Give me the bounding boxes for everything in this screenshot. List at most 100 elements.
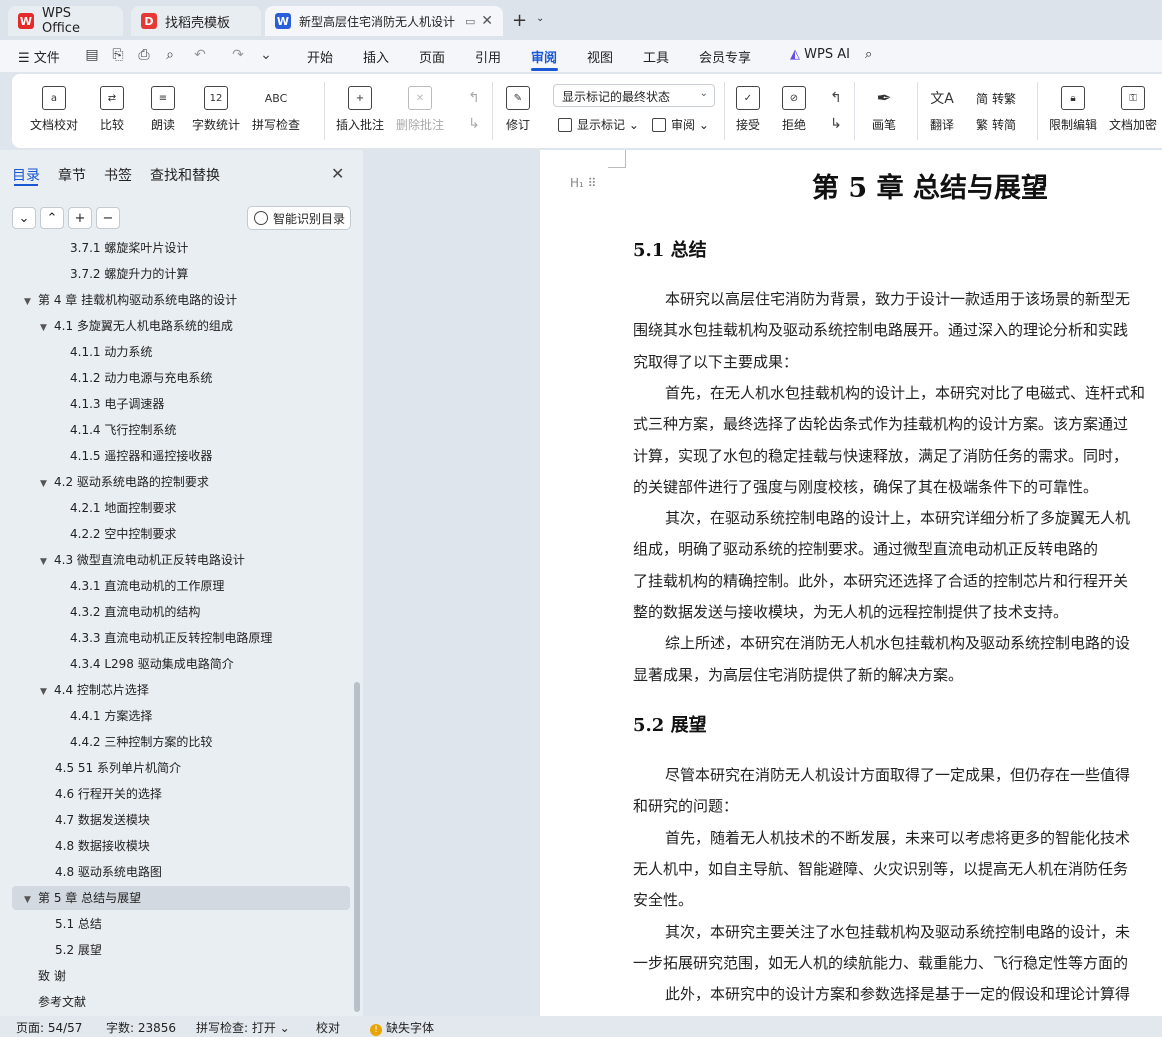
spell-check-status[interactable]: 拼写检查: 打开 ⌄ — [196, 1019, 290, 1036]
next-change-icon[interactable]: ↳ — [828, 116, 844, 132]
toc-item[interactable]: 4.6 行程开关的选择 — [55, 782, 162, 806]
expand-arrow-icon[interactable]: ▼ — [40, 316, 54, 340]
tab-docer-templates[interactable]: D 找稻壳模板 — [131, 6, 261, 36]
menu-member[interactable]: 会员专享 — [699, 47, 751, 66]
proofread-button[interactable]: a 文档校对 — [30, 86, 78, 133]
to-traditional-button[interactable]: 简转繁 — [976, 90, 1016, 107]
toc-item[interactable]: 4.7 数据发送模块 — [55, 808, 150, 832]
smart-toc-button[interactable]: 智能识别目录 — [247, 206, 351, 230]
toc-item[interactable]: ▼ 4.4 控制芯片选择 — [40, 678, 149, 702]
markup-mode-select[interactable]: 显示标记的最终状态 ⌄ — [553, 84, 715, 107]
document-page[interactable]: H₁ ⠿ 第 5 章 总结与展望 5.1 总结 5.2 展望 本研究以高层住宅消… — [540, 150, 1162, 1016]
reject-button[interactable]: ⊘ 拒绝 — [782, 86, 806, 133]
toc-item[interactable]: ▼ 第 4 章 挂载机构驱动系统电路的设计 — [24, 288, 237, 312]
toc-item[interactable]: 5.1 总结 — [55, 912, 102, 936]
close-tab-icon[interactable]: ✕ — [481, 13, 493, 29]
toc-item[interactable]: 4.4.2 三种控制方案的比较 — [70, 730, 212, 754]
toc-item[interactable]: 致 谢 — [38, 964, 66, 988]
toc-item[interactable]: 4.3.2 直流电动机的结构 — [70, 600, 200, 624]
toc-item[interactable]: 4.2.1 地面控制要求 — [70, 496, 176, 520]
next-comment-icon[interactable]: ↳ — [466, 116, 482, 132]
file-menu[interactable]: ☰ 文件 — [18, 47, 60, 66]
new-tab-icon[interactable]: + — [512, 10, 527, 31]
print-icon[interactable]: ⎙ — [136, 47, 152, 63]
toc-item[interactable]: 4.1.1 动力系统 — [70, 340, 152, 364]
save-icon[interactable]: ▤ — [84, 47, 100, 63]
compare-button[interactable]: ⇄ 比较 — [100, 86, 124, 133]
toc-item[interactable]: 4.3.4 L298 驱动集成电路简介 — [70, 652, 234, 676]
missing-font-status[interactable]: ! 缺失字体 — [370, 1019, 434, 1036]
toc-item[interactable]: ▼ 4.2 驱动系统电路的控制要求 — [40, 470, 209, 494]
page-indicator[interactable]: 页面: 54/57 — [16, 1019, 82, 1036]
track-changes-button[interactable]: ✎ 修订 — [506, 86, 530, 133]
remove-heading-button[interactable]: − — [96, 207, 120, 229]
accept-button[interactable]: ✓ 接受 — [736, 86, 760, 133]
redo-icon[interactable]: ↷ — [230, 47, 246, 63]
window-mode-icon[interactable]: ▭ — [465, 15, 475, 28]
toc-item[interactable]: ▼ 4.1 多旋翼无人机电路系统的组成 — [40, 314, 233, 338]
export-icon[interactable]: ⎘ — [110, 47, 126, 63]
toc-scrollbar[interactable] — [354, 682, 360, 1012]
translate-button[interactable]: 文A 翻译 — [930, 86, 954, 133]
proofread-status[interactable]: 校对 — [316, 1019, 340, 1036]
toc-item[interactable]: 4.1.3 电子调速器 — [70, 392, 164, 416]
tab-toc[interactable]: 目录 — [12, 165, 40, 185]
menu-page[interactable]: 页面 — [419, 47, 445, 66]
menu-home[interactable]: 开始 — [307, 47, 333, 66]
toc-item[interactable]: 4.2.2 空中控制要求 — [70, 522, 176, 546]
toc-item[interactable]: 4.3.1 直流电动机的工作原理 — [70, 574, 224, 598]
toc-item[interactable]: ▼ 第 5 章 总结与展望 — [24, 886, 141, 910]
insert-comment-button[interactable]: + 插入批注 — [336, 86, 384, 133]
quick-access-dropdown-icon[interactable]: ⌄ — [258, 47, 274, 63]
menu-tools[interactable]: 工具 — [643, 47, 669, 66]
toc-item[interactable]: 参考文献 — [38, 990, 86, 1014]
undo-icon[interactable]: ↶ — [192, 47, 208, 63]
toc-item[interactable]: ▼ 4.3 微型直流电动机正反转电路设计 — [40, 548, 245, 572]
spell-check-button[interactable]: ABC 拼写检查 — [252, 86, 300, 133]
close-icon[interactable]: ✕ — [331, 164, 344, 183]
menu-view[interactable]: 视图 — [587, 47, 613, 66]
show-markup-button[interactable]: 显示标记 ⌄ — [558, 116, 639, 133]
to-simplified-button[interactable]: 繁转简 — [976, 116, 1016, 133]
chevron-down-icon[interactable]: ⌄ — [536, 13, 544, 24]
expand-up-button[interactable]: ⌃ — [40, 207, 64, 229]
expand-arrow-icon[interactable]: ▼ — [40, 550, 54, 574]
tab-find-replace[interactable]: 查找和替换 — [150, 165, 220, 185]
wps-ai-button[interactable]: ◭ WPS AI — [790, 47, 850, 62]
toc-item[interactable]: 4.1.4 飞行控制系统 — [70, 418, 176, 442]
heading-drag-handle-icon[interactable]: H₁ ⠿ — [570, 176, 596, 190]
toc-item[interactable]: 5.2 展望 — [55, 938, 102, 962]
add-heading-button[interactable]: + — [68, 207, 92, 229]
restrict-edit-button[interactable]: 🔒︎ 限制编辑 — [1049, 86, 1097, 133]
review-pane-button[interactable]: 审阅 ⌄ — [652, 116, 709, 133]
read-aloud-button[interactable]: ≡ 朗读 — [151, 86, 175, 133]
print-preview-icon[interactable]: ⌕ — [162, 47, 178, 63]
tab-chapters[interactable]: 章节 — [58, 165, 86, 185]
menu-references[interactable]: 引用 — [475, 47, 501, 66]
previous-comment-icon[interactable]: ↰ — [466, 90, 482, 106]
menu-review[interactable]: 审阅 — [531, 47, 557, 66]
expand-arrow-icon[interactable]: ▼ — [24, 290, 38, 314]
toc-item[interactable]: 3.7.1 螺旋桨叶片设计 — [70, 240, 188, 260]
toc-item[interactable]: 4.8 数据接收模块 — [55, 834, 150, 858]
toc-item[interactable]: 4.3.3 直流电动机正反转控制电路原理 — [70, 626, 272, 650]
toc-item[interactable]: 3.7.2 螺旋升力的计算 — [70, 262, 188, 286]
toc-item[interactable]: 4.1.2 动力电源与充电系统 — [70, 366, 212, 390]
pen-button[interactable]: ✒ 画笔 — [872, 86, 896, 133]
expand-arrow-icon[interactable]: ▼ — [40, 472, 54, 496]
search-icon[interactable]: ⌕ — [865, 47, 872, 62]
tab-bookmarks[interactable]: 书签 — [104, 165, 132, 185]
toc-item[interactable]: 4.1.5 遥控器和遥控接收器 — [70, 444, 212, 468]
expand-arrow-icon[interactable]: ▼ — [24, 888, 38, 912]
menu-insert[interactable]: 插入 — [363, 47, 389, 66]
word-count-button[interactable]: 12 字数统计 — [192, 86, 240, 133]
delete-comment-button[interactable]: ✕ 删除批注 — [396, 86, 444, 133]
word-count-indicator[interactable]: 字数: 23856 — [106, 1019, 176, 1036]
collapse-all-button[interactable]: ⌄ — [12, 207, 36, 229]
tab-document[interactable]: W 新型高层住宅消防无人机设计 ▭ ✕ — [265, 6, 503, 36]
toc-item[interactable]: 4.5 51 系列单片机简介 — [55, 756, 181, 780]
toc-item[interactable]: 4.4.1 方案选择 — [70, 704, 152, 728]
expand-arrow-icon[interactable]: ▼ — [40, 680, 54, 704]
tab-wps-office[interactable]: W WPS Office — [8, 6, 123, 36]
previous-change-icon[interactable]: ↰ — [828, 90, 844, 106]
